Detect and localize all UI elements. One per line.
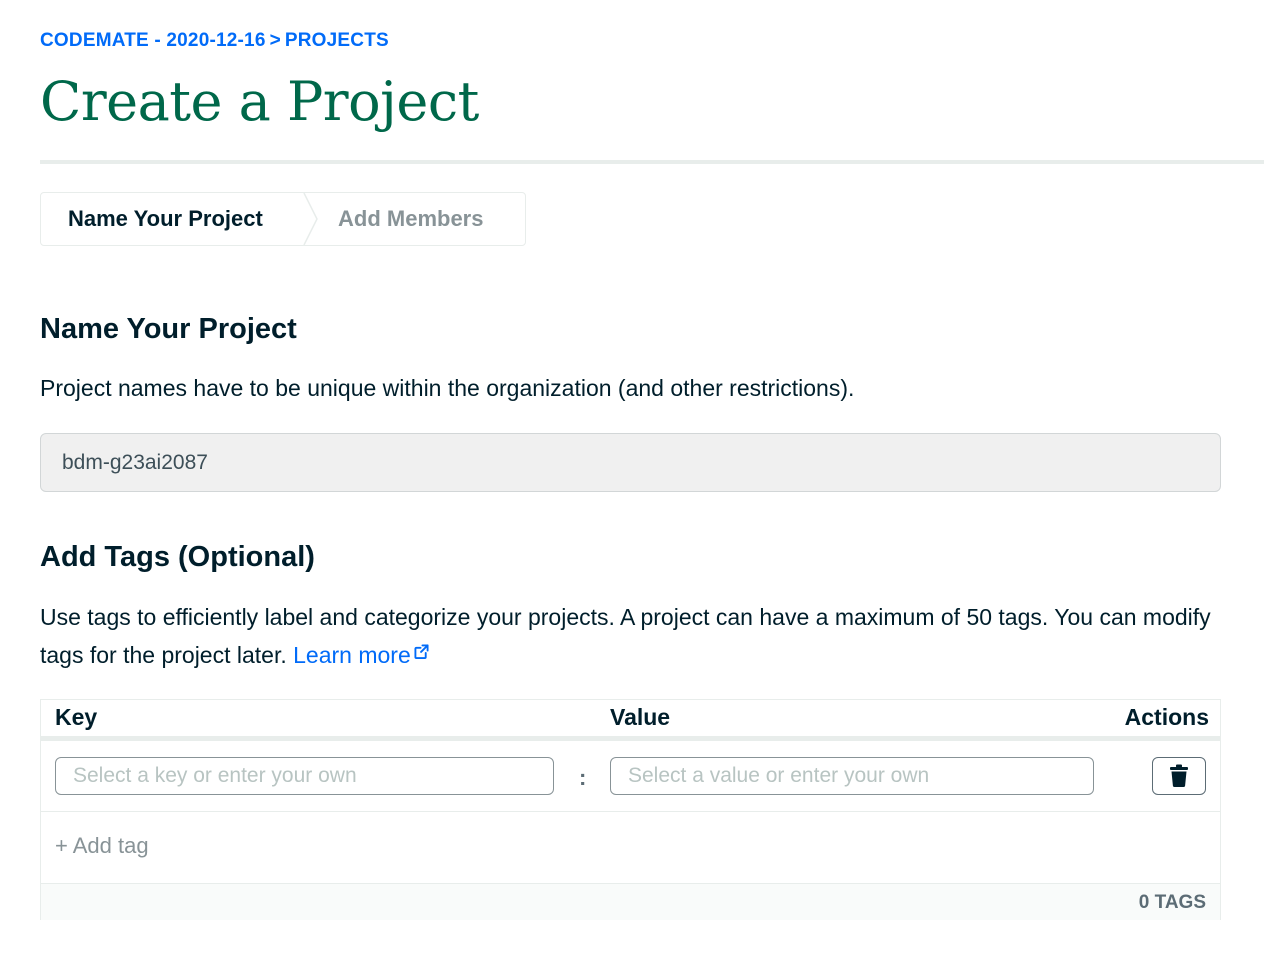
trash-icon [1170, 764, 1188, 788]
tag-value-input[interactable] [610, 757, 1094, 795]
tags-table: Key Value Actions : + Add tag 0 TAGS [40, 699, 1221, 920]
step-chevron-divider [303, 193, 318, 245]
tags-description-text: Use tags to efficiently label and catego… [40, 604, 1211, 668]
tag-key-input[interactable] [55, 757, 554, 795]
column-header-actions: Actions [1124, 704, 1209, 730]
breadcrumb-projects-link[interactable]: PROJECTS [285, 30, 389, 51]
step-add-members[interactable]: Add Members [325, 193, 483, 245]
project-name-input[interactable] [40, 433, 1221, 492]
tag-count: 0 TAGS [1138, 892, 1206, 913]
page-title: Create a Project [40, 70, 479, 133]
breadcrumb-separator: > [269, 30, 281, 51]
breadcrumb: CODEMATE - 2020-12-16 > PROJECTS [40, 30, 389, 52]
name-section-description: Project names have to be unique within t… [40, 375, 855, 401]
tags-section-description: Use tags to efficiently label and catego… [40, 598, 1221, 674]
learn-more-label: Learn more [293, 642, 411, 668]
external-link-icon [414, 644, 429, 659]
add-tag-button[interactable]: + Add tag [55, 833, 149, 859]
title-divider [40, 160, 1264, 164]
tags-section-heading: Add Tags (Optional) [40, 541, 315, 573]
learn-more-link[interactable]: Learn more [293, 642, 429, 668]
tags-footer: 0 TAGS [41, 883, 1220, 920]
tag-row: : [41, 741, 1220, 812]
name-section-heading: Name Your Project [40, 313, 297, 345]
create-project-page: CODEMATE - 2020-12-16 > PROJECTS Create a … [0, 0, 1264, 960]
breadcrumb-org-link[interactable]: CODEMATE - 2020-12-16 [40, 30, 266, 51]
step-name-your-project[interactable]: Name Your Project [41, 193, 303, 245]
wizard-stepper: Name Your Project Add Members [40, 192, 526, 246]
column-header-value: Value [610, 704, 671, 730]
delete-tag-button[interactable] [1152, 757, 1206, 795]
column-header-key: Key [55, 704, 98, 730]
key-value-separator: : [579, 765, 587, 790]
